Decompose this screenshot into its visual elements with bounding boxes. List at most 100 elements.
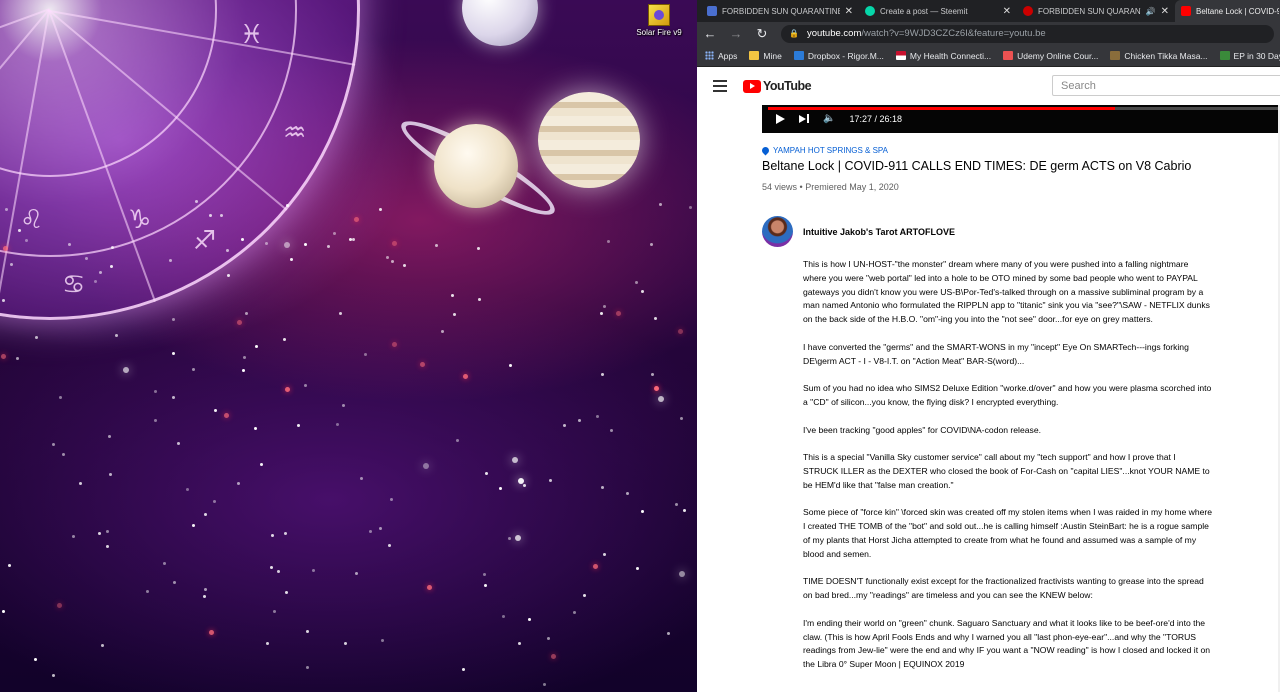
star-dot <box>52 443 55 446</box>
star-dot <box>209 630 214 635</box>
forward-arrow-icon[interactable]: → <box>729 27 743 40</box>
star-dot <box>327 245 330 248</box>
star-dot <box>390 498 393 501</box>
star-dot <box>483 573 486 576</box>
youtube-logo[interactable]: YouTube <box>743 79 812 93</box>
star-dot <box>502 615 505 618</box>
channel-avatar[interactable] <box>762 216 793 247</box>
star-dot <box>192 524 195 527</box>
star-dot <box>2 299 5 302</box>
tab-close-icon[interactable]: ✕ <box>1161 6 1169 17</box>
star-dot <box>512 457 518 463</box>
reload-icon[interactable]: ↻ <box>755 27 769 40</box>
star-dot <box>641 290 644 293</box>
tab-close-icon[interactable]: ✕ <box>1003 6 1011 17</box>
star-dot <box>172 318 175 321</box>
star-dot <box>59 396 62 399</box>
bookmark-dropbox[interactable]: Dropbox - Rigor.M... <box>793 51 884 61</box>
star-dot <box>79 482 82 485</box>
bookmark-label: My Health Connecti... <box>909 50 992 61</box>
bookmark-mine[interactable]: Mine <box>749 51 782 61</box>
star-dot <box>285 387 290 392</box>
star-dot <box>209 214 212 217</box>
star-dot <box>245 312 248 315</box>
menu-icon[interactable] <box>713 80 727 92</box>
star-dot <box>204 588 207 591</box>
lock-icon: 🔒 <box>789 29 799 38</box>
star-dot <box>172 352 175 355</box>
description-paragraph: TIME DOESN'T functionally exist except f… <box>803 576 1204 601</box>
back-arrow-icon[interactable]: ← <box>703 27 717 40</box>
star-dot <box>601 373 604 376</box>
bookmark-my-health[interactable]: My Health Connecti... <box>895 50 992 61</box>
video-description: This is how I UN-HOST-"the monster" drea… <box>803 258 1213 686</box>
star-dot <box>173 581 176 584</box>
star-dot <box>485 472 488 475</box>
star-dot <box>551 654 556 659</box>
star-dot <box>435 244 438 247</box>
address-bar[interactable]: 🔒 youtube.com/watch?v=9WJD3CZCz6I&featur… <box>781 24 1274 43</box>
star-dot <box>284 532 287 535</box>
star-dot <box>146 590 149 593</box>
audio-playing-icon[interactable]: 🔊 <box>1146 7 1156 16</box>
zodiac-wheel-image <box>0 0 360 320</box>
tab-strip: FORBIDDEN SUN QUARANTINE ✕ Create a post… <box>697 0 1280 22</box>
star-dot <box>543 683 546 686</box>
location-link[interactable]: YAMPAH HOT SPRINGS & SPA <box>760 145 1277 156</box>
zodiac-glyph-icon: ♋ <box>62 270 86 300</box>
star-dot <box>403 264 406 267</box>
volume-icon[interactable]: 🔈 <box>823 113 835 124</box>
star-dot <box>123 367 129 373</box>
star-dot <box>111 246 114 249</box>
video-title: Beltane Lock | COVID-911 CALLS END TIMES… <box>762 159 1192 173</box>
star-dot <box>355 572 358 575</box>
video-stats: 54 views • Premiered May 1, 2020 <box>762 182 899 192</box>
star-dot <box>441 330 444 333</box>
zodiac-glyph-icon: ♐ <box>193 226 217 256</box>
bookmark-label: Chicken Tikka Masa... <box>1124 50 1208 61</box>
star-dot <box>654 386 659 391</box>
bookmark-chicken-tikka[interactable]: Chicken Tikka Masa... <box>1110 50 1208 61</box>
bookmark-label: Udemy Online Cour... <box>1017 50 1099 61</box>
solar-fire-desktop-shortcut[interactable]: Solar Fire v9 <box>632 4 686 37</box>
star-dot <box>603 553 606 556</box>
channel-name[interactable]: Intuitive Jakob's Tarot ARTOFLOVE <box>803 227 955 237</box>
star-dot <box>499 487 502 490</box>
play-icon[interactable] <box>776 113 785 124</box>
bookmark-ep-30-days[interactable]: EP in 30 Days Mast <box>1219 51 1280 61</box>
star-dot <box>154 390 157 393</box>
star-dot <box>297 424 300 427</box>
star-dot <box>386 256 389 259</box>
video-progress-bar[interactable] <box>768 107 1280 110</box>
star-dot <box>601 486 604 489</box>
star-dot <box>478 298 481 301</box>
tab-close-icon[interactable]: ✕ <box>845 6 853 17</box>
star-dot <box>35 336 38 339</box>
star-dot <box>509 364 512 367</box>
udemy-icon <box>1003 51 1014 60</box>
zodiac-glyph-icon: ♓ <box>240 20 264 50</box>
star-dot <box>99 271 102 274</box>
bookmark-apps[interactable]: Apps <box>705 51 737 61</box>
star-dot <box>255 345 258 348</box>
star-dot <box>226 249 229 252</box>
star-dot <box>241 238 244 241</box>
tab-forbidden-sun-1[interactable]: FORBIDDEN SUN QUARANTINE ✕ <box>701 0 859 22</box>
star-dot <box>339 312 342 315</box>
desktop-wallpaper: ♓ ♒ ♐ ♑ ♋ ♌ Solar Fire v9 <box>0 0 697 692</box>
star-dot <box>392 241 397 246</box>
next-icon[interactable] <box>799 114 809 123</box>
channel-owner: Intuitive Jakob's Tarot ARTOFLOVE <box>762 216 955 247</box>
star-dot <box>306 630 309 633</box>
bookmark-udemy[interactable]: Udemy Online Cour... <box>1003 51 1098 61</box>
star-dot <box>484 584 487 587</box>
star-dot <box>290 258 293 261</box>
star-dot <box>658 396 664 402</box>
star-dot <box>451 294 454 297</box>
star-dot <box>260 463 263 466</box>
tab-forbidden-sun-2[interactable]: FORBIDDEN SUN QUARANTI 🔊 ✕ <box>1017 0 1175 22</box>
tab-beltane-lock[interactable]: Beltane Lock | COVID-91 <box>1175 0 1280 22</box>
video-metadata: YAMPAH HOT SPRINGS & SPA Beltane Lock | … <box>760 145 1277 192</box>
tab-steemit[interactable]: Create a post — Steemit ✕ <box>859 0 1017 22</box>
search-input[interactable]: Search <box>1052 75 1280 96</box>
